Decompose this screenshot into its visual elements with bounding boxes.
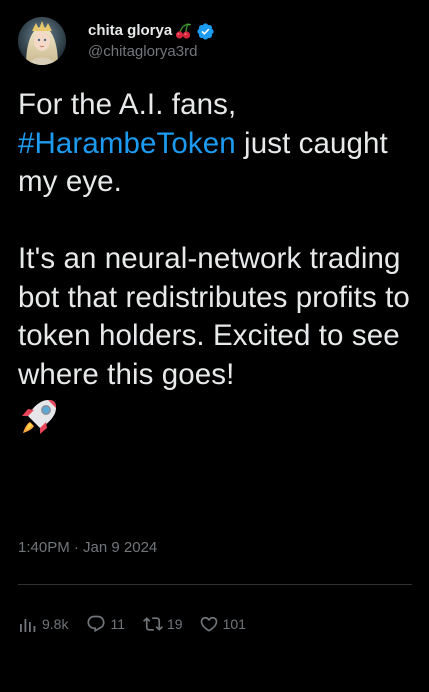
tweet-paragraph-2: It's an neural-network trading bot that … [18,240,418,438]
display-name[interactable]: chita glorya [88,21,172,41]
like-count: 101 [222,616,246,632]
user-names: chita glorya @chitaglorya3rd [88,20,215,62]
tweet-timestamp[interactable]: 1:40PM · Jan 9 2024 [18,538,157,558]
action-bar: 9.8k 11 19 101 [18,612,246,636]
divider [18,584,412,585]
hashtag-link[interactable]: #HarambeToken [18,127,236,160]
rocket-icon [18,396,60,438]
repost-button[interactable]: 19 [143,614,183,634]
views-count: 9.8k [42,616,69,632]
reply-button[interactable]: 11 [86,614,125,634]
verified-badge-icon[interactable] [196,22,215,41]
reply-count: 11 [110,616,126,632]
tweet-text-line1: For the A.I. fans, [18,88,237,121]
avatar[interactable] [18,17,66,65]
tweet-header: chita glorya @chitaglorya3rd [18,14,215,68]
tweet-text-paragraph-2: It's an neural-network trading bot that … [18,242,410,391]
tweet-card: chita glorya @chitaglorya3rd For the A.I… [0,0,429,692]
repost-count: 19 [167,616,183,632]
views-button[interactable]: 9.8k [18,614,68,634]
tweet-text: For the A.I. fans, #HarambeToken just cau… [18,86,418,438]
reply-icon [86,614,106,634]
cherries-icon [174,22,192,40]
user-handle[interactable]: @chitaglorya3rd [88,42,215,62]
name-row: chita glorya [88,20,215,42]
like-button[interactable]: 101 [199,614,246,634]
heart-icon [199,614,219,634]
views-icon [18,614,38,634]
tweet-paragraph-1: For the A.I. fans, #HarambeToken just cau… [18,86,418,202]
repost-icon [143,614,163,634]
